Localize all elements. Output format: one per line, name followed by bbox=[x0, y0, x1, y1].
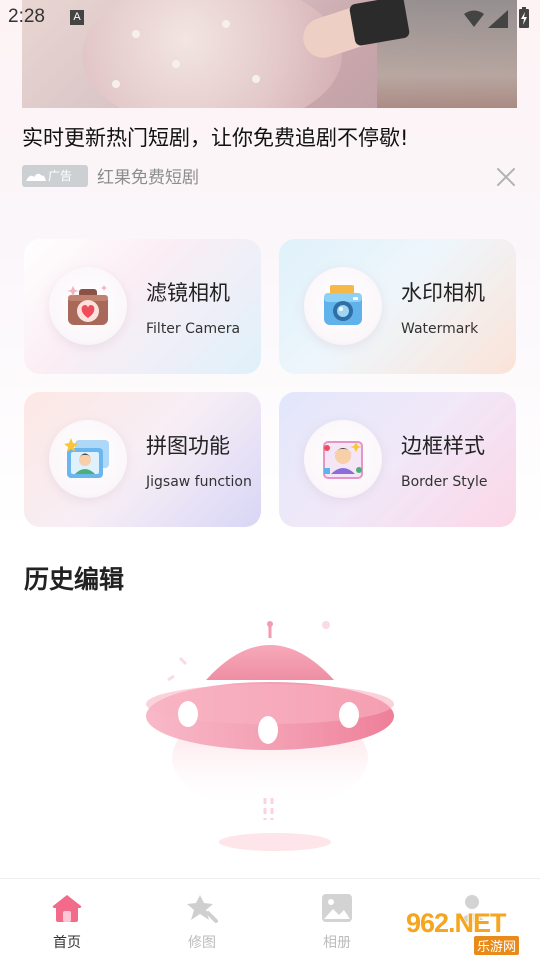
ad-badge: 广告 bbox=[22, 165, 88, 187]
history-title: 历史编辑 bbox=[24, 565, 125, 594]
nav-item-home[interactable]: 首页 bbox=[22, 879, 112, 960]
card-title: 滤镜相机 bbox=[146, 281, 230, 305]
card-subtitle: Jigsaw function bbox=[146, 474, 252, 490]
nav-label: 首页 bbox=[53, 935, 81, 951]
nav-label: 相册 bbox=[323, 935, 351, 951]
border-style-card[interactable]: 边框样式 Border Style bbox=[279, 392, 516, 527]
battery-charging-icon bbox=[519, 7, 529, 28]
jigsaw-card[interactable]: 拼图功能 Jigsaw function bbox=[24, 392, 261, 527]
card-subtitle: Border Style bbox=[401, 474, 488, 490]
ad-source[interactable]: 红果免费短剧 bbox=[97, 163, 199, 188]
ad-title[interactable]: 实时更新热门短剧，让你免费追剧不停歇! bbox=[22, 122, 408, 152]
nav-item-album[interactable]: 相册 bbox=[292, 879, 382, 960]
ad-logo-icon bbox=[26, 173, 46, 181]
card-title: 水印相机 bbox=[401, 281, 485, 305]
wifi-icon bbox=[464, 10, 484, 27]
watermark-text: 962.NET bbox=[406, 908, 507, 938]
card-title: 边框样式 bbox=[401, 434, 485, 458]
card-subtitle: Filter Camera bbox=[146, 321, 241, 337]
ufo-empty-illustration bbox=[146, 621, 394, 851]
close-icon[interactable] bbox=[495, 166, 517, 188]
card-title: 拼图功能 bbox=[146, 434, 230, 458]
heart-camera-icon bbox=[67, 285, 108, 325]
watermark-subtext: 乐游网 bbox=[474, 936, 520, 955]
nav-item-edit[interactable]: 修图 bbox=[157, 879, 247, 960]
notification-a-icon: A bbox=[70, 10, 84, 25]
filter-camera-card[interactable]: 滤镜相机 Filter Camera bbox=[24, 239, 261, 374]
nav-label: 修图 bbox=[188, 935, 216, 951]
photo-collage-icon bbox=[64, 438, 109, 478]
status-bar: 2:28 A bbox=[0, 0, 540, 36]
signal-icon bbox=[488, 10, 508, 28]
site-watermark-logo: 962.NET 乐游网 bbox=[400, 908, 532, 955]
watermark-camera-card[interactable]: 水印相机 Watermark bbox=[279, 239, 516, 374]
home-icon bbox=[52, 895, 82, 922]
card-subtitle: Watermark bbox=[401, 321, 479, 337]
ad-badge-label: 广告 bbox=[48, 169, 73, 183]
star-edit-icon bbox=[187, 895, 218, 923]
gallery-icon bbox=[322, 894, 352, 922]
portrait-frame-icon bbox=[323, 441, 363, 479]
instant-camera-icon bbox=[324, 285, 362, 325]
status-time: 2:28 bbox=[8, 6, 45, 27]
